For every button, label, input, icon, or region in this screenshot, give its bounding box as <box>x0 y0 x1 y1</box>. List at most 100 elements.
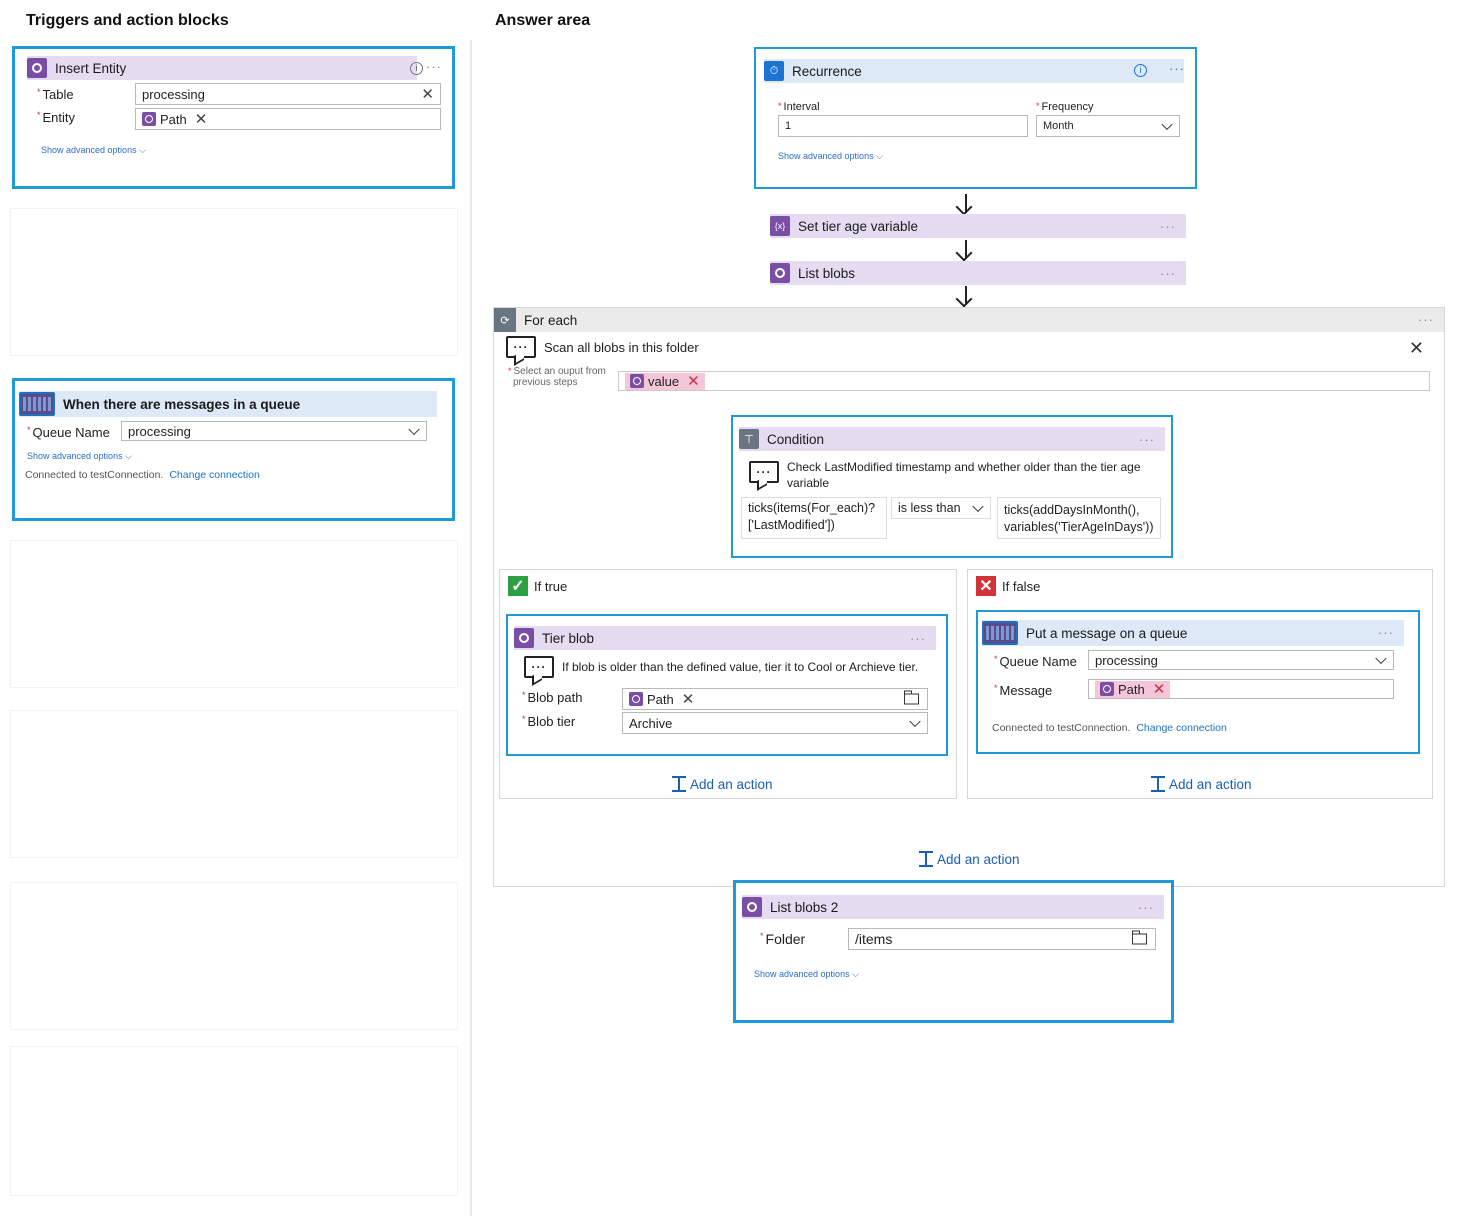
table-input[interactable]: processing ✕ <box>135 83 441 105</box>
blob-tier-select[interactable]: Archive <box>622 712 928 734</box>
more-options-icon[interactable]: ··· <box>1138 900 1154 915</box>
blob-storage-icon <box>742 897 762 917</box>
storage-table-icon <box>27 58 47 78</box>
blob-storage-icon <box>770 263 790 283</box>
more-options-icon[interactable]: ··· <box>910 631 926 646</box>
remove-token-icon[interactable]: ✕ <box>682 692 695 707</box>
value-token[interactable]: value ✕ <box>625 372 705 390</box>
queue-name-select[interactable]: processing <box>121 421 427 441</box>
show-advanced-options[interactable]: Show advanced options ⌵ <box>27 451 132 462</box>
tier-blob-card[interactable]: Tier blob ··· ··· If blob is older than … <box>506 614 948 756</box>
variable-icon: {x} <box>770 216 790 236</box>
empty-slot[interactable] <box>10 208 458 356</box>
card-title: Put a message on a queue <box>1026 625 1188 641</box>
queue-name-label: * Queue Name <box>994 654 1077 669</box>
add-action-button[interactable]: Add an action <box>919 851 1020 867</box>
chevron-down-icon <box>1375 652 1387 665</box>
recurrence-card[interactable]: ⏱ Recurrence i ··· * Interval 1 * Frequenc… <box>754 47 1197 189</box>
interval-input[interactable]: 1 <box>778 115 1028 137</box>
put-message-card[interactable]: Put a message on a queue ··· * Queue Name… <box>976 610 1420 754</box>
if-false-branch[interactable]: ✕ If false Put a message on a queue ··· … <box>967 569 1433 799</box>
more-options-icon[interactable]: ··· <box>426 59 442 74</box>
if-true-branch[interactable]: ✓ If true Tier blob ··· ··· If blob is o… <box>499 569 957 799</box>
more-options-icon[interactable]: ··· <box>1169 61 1185 76</box>
remove-token-icon[interactable]: ✕ <box>195 112 208 127</box>
chevron-down-icon <box>909 715 921 728</box>
queue-trigger-card[interactable]: When there are messages in a queue * Queu… <box>12 378 455 521</box>
add-action-icon <box>672 776 686 792</box>
queue-icon <box>982 621 1018 645</box>
folder-icon[interactable] <box>1131 930 1147 945</box>
change-connection-link[interactable]: Change connection <box>169 469 260 481</box>
info-icon[interactable]: i <box>410 62 423 75</box>
condition-left-operand[interactable]: ticks(items(For_each)? ['LastModified']) <box>741 497 887 539</box>
blob-icon <box>142 112 156 126</box>
clear-icon[interactable]: ✕ <box>421 87 434 102</box>
show-advanced-options[interactable]: Show advanced options ⌵ <box>754 969 859 980</box>
tier-blob-header: Tier blob ··· <box>514 626 936 650</box>
blob-path-input[interactable]: Path ✕ <box>622 688 928 710</box>
checkmark-icon: ✓ <box>508 576 528 596</box>
right-section-title: Answer area <box>495 12 591 29</box>
remove-token-icon[interactable]: ✕ <box>1153 682 1166 697</box>
container-title: For each <box>524 312 578 328</box>
folder-input[interactable]: /items <box>848 928 1156 950</box>
remove-token-icon[interactable]: ✕ <box>687 374 700 389</box>
add-action-button[interactable]: Add an action <box>1151 776 1252 792</box>
frequency-select[interactable]: Month <box>1036 115 1180 137</box>
put-message-header: Put a message on a queue ··· <box>982 620 1404 646</box>
comment-icon: ··· <box>506 336 536 358</box>
change-connection-link[interactable]: Change connection <box>1136 722 1227 734</box>
path-token[interactable]: Path ✕ <box>142 112 207 127</box>
comment-icon: ··· <box>749 461 779 483</box>
card-title: Insert Entity <box>55 60 127 76</box>
card-title: List blobs 2 <box>770 899 839 915</box>
condition-card[interactable]: ⊤ Condition ··· ··· Check LastModified t… <box>731 415 1173 558</box>
list-blobs-2-card[interactable]: List blobs 2 ··· * Folder /items Show adv… <box>733 880 1174 1023</box>
action-title: List blobs <box>798 265 856 281</box>
empty-slot[interactable] <box>10 710 458 858</box>
insert-entity-header: Insert Entity <box>27 56 417 80</box>
empty-slot[interactable] <box>10 882 458 1030</box>
condition-right-operand[interactable]: ticks(addDaysInMonth(), variables('TierAg… <box>997 497 1161 539</box>
entity-input[interactable]: Path ✕ <box>135 108 441 130</box>
more-options-icon[interactable]: ··· <box>1160 219 1176 234</box>
select-output-input[interactable]: value ✕ <box>618 371 1430 391</box>
queue-trigger-header: When there are messages in a queue <box>19 391 437 417</box>
tier-blob-comment: ··· If blob is older than the defined va… <box>524 656 918 678</box>
insert-entity-card[interactable]: Insert Entity i ··· * Table processing ✕ … <box>12 46 455 189</box>
add-action-button[interactable]: Add an action <box>672 776 773 792</box>
empty-slot[interactable] <box>10 1046 458 1196</box>
condition-operator-select[interactable]: is less than <box>891 497 991 519</box>
flow-arrow <box>965 194 967 212</box>
blob-icon <box>1100 682 1114 696</box>
show-advanced-options[interactable]: Show advanced options ⌵ <box>778 151 883 162</box>
path-token[interactable]: Path ✕ <box>1095 680 1171 698</box>
blob-icon <box>629 692 643 706</box>
message-label: * Message <box>994 683 1053 698</box>
comment-icon: ··· <box>524 656 554 678</box>
empty-slot[interactable] <box>10 540 458 688</box>
chevron-down-icon <box>1161 118 1173 131</box>
card-title: Condition <box>767 431 825 447</box>
select-output-label: * Select an ouput from previous steps <box>508 366 606 388</box>
condition-comment: ··· Check LastModified timestamp and whe… <box>749 459 1141 491</box>
list-blobs-2-header: List blobs 2 ··· <box>742 895 1164 919</box>
list-blobs-action[interactable]: List blobs ··· <box>770 261 1186 285</box>
more-options-icon[interactable]: ··· <box>1418 312 1434 327</box>
entity-label: * Entity <box>37 110 76 125</box>
more-options-icon[interactable]: ··· <box>1160 266 1176 281</box>
message-input[interactable]: Path ✕ <box>1088 679 1394 699</box>
set-tier-variable-action[interactable]: {x} Set tier age variable ··· <box>770 214 1186 238</box>
more-options-icon[interactable]: ··· <box>1378 625 1394 640</box>
info-icon[interactable]: i <box>1134 64 1147 77</box>
condition-header: ⊤ Condition ··· <box>739 427 1165 451</box>
show-advanced-options[interactable]: Show advanced options ⌵ <box>41 145 146 156</box>
folder-icon[interactable] <box>903 690 919 705</box>
close-icon[interactable]: ✕ <box>1409 338 1424 359</box>
left-section-title: Triggers and action blocks <box>26 12 229 29</box>
queue-name-select[interactable]: processing <box>1088 650 1394 670</box>
more-options-icon[interactable]: ··· <box>1139 432 1155 447</box>
frequency-label: * Frequency <box>1036 101 1094 113</box>
path-token[interactable]: Path ✕ <box>629 692 694 707</box>
